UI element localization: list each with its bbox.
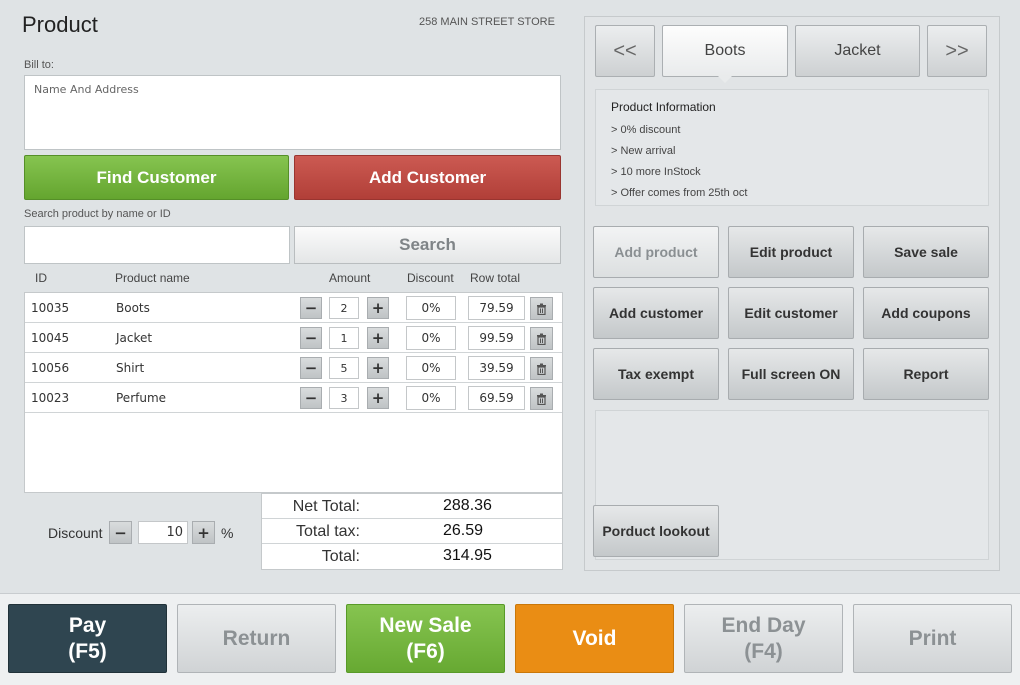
decrease-amount-button[interactable]: −	[300, 387, 322, 409]
row-total-field: 39.59	[468, 356, 525, 380]
row-name: Jacket	[116, 331, 153, 345]
report-button[interactable]: Report	[863, 348, 989, 400]
row-total-field: 69.59	[468, 386, 525, 410]
pay-label: Pay	[68, 614, 107, 638]
row-id: 10023	[31, 391, 70, 405]
net-total-value: 288.36	[443, 497, 492, 514]
tab-jacket[interactable]: Jacket	[795, 25, 920, 77]
total-tax-label: Total tax:	[295, 523, 360, 540]
product-info-title: Product Information	[611, 100, 716, 114]
discount-decrease-button[interactable]: −	[109, 521, 132, 544]
end-day-label: End Day	[721, 614, 806, 638]
new-sale-button[interactable]: New Sale (F6)	[346, 604, 505, 673]
edit-product-button[interactable]: Edit product	[728, 226, 854, 278]
row-total-field: 99.59	[468, 326, 525, 350]
add-coupons-button[interactable]: Add coupons	[863, 287, 989, 339]
product-lookup-button[interactable]: Porduct lookout	[593, 505, 719, 557]
find-customer-button[interactable]: Find Customer	[24, 155, 289, 200]
trash-icon[interactable]	[530, 387, 553, 410]
bill-to-label: Bill to:	[24, 59, 54, 71]
search-input[interactable]	[24, 226, 290, 264]
discount-field[interactable]: 0%	[406, 356, 456, 380]
pay-button[interactable]: Pay (F5)	[8, 604, 167, 673]
bill-to-textarea[interactable]: Name And Address	[24, 75, 561, 150]
table-row: 10023 Perfume − 3 + 0% 69.59	[25, 383, 562, 413]
row-id: 10045	[31, 331, 70, 345]
tax-exempt-button[interactable]: Tax exempt	[593, 348, 719, 400]
end-day-button[interactable]: End Day (F4)	[684, 604, 843, 673]
discount-input[interactable]: 10	[138, 521, 188, 544]
product-info-line: > Offer comes from 25th oct	[611, 187, 748, 199]
return-button[interactable]: Return	[177, 604, 336, 673]
product-info-line: > New arrival	[611, 145, 676, 157]
product-info-line: > 10 more InStock	[611, 166, 701, 178]
end-day-shortcut: (F4)	[744, 639, 783, 663]
table-row: 10056 Shirt − 5 + 0% 39.59	[25, 353, 562, 383]
discount-field[interactable]: 0%	[406, 326, 456, 350]
prev-product-button[interactable]: <<	[595, 25, 655, 77]
row-total-field: 79.59	[468, 296, 525, 320]
decrease-amount-button[interactable]: −	[300, 357, 322, 379]
increase-amount-button[interactable]: +	[367, 297, 389, 319]
new-sale-label: New Sale	[379, 614, 472, 638]
save-sale-button[interactable]: Save sale	[863, 226, 989, 278]
tab-boots[interactable]: Boots	[662, 25, 788, 77]
void-button[interactable]: Void	[515, 604, 674, 673]
pay-shortcut: (F5)	[68, 639, 107, 663]
total-tax-value: 26.59	[443, 522, 484, 539]
product-info-box: Product Information > 0% discount > New …	[595, 89, 989, 206]
page-title: Product	[22, 12, 98, 37]
total-value: 314.95	[443, 547, 492, 564]
product-table: 10035 Boots − 2 + 0% 79.59 10045 Jacket …	[24, 292, 563, 493]
trash-icon[interactable]	[530, 297, 553, 320]
totals-box: Net Total: 288.36 Total tax: 26.59 Total…	[261, 493, 563, 570]
row-id: 10035	[31, 301, 70, 315]
full-screen-button[interactable]: Full screen ON	[728, 348, 854, 400]
col-header-discount: Discount	[407, 271, 454, 285]
trash-icon[interactable]	[530, 357, 553, 380]
next-product-button[interactable]: >>	[927, 25, 987, 77]
discount-field[interactable]: 0%	[406, 386, 456, 410]
decrease-amount-button[interactable]: −	[300, 327, 322, 349]
discount-field[interactable]: 0%	[406, 296, 456, 320]
amount-field[interactable]: 1	[329, 327, 359, 349]
discount-label: Discount	[48, 525, 103, 541]
row-name: Shirt	[116, 361, 145, 375]
discount-unit: %	[221, 525, 234, 541]
store-name: 258 MAIN STREET STORE	[419, 16, 555, 28]
add-customer-button[interactable]: Add Customer	[294, 155, 561, 200]
discount-increase-button[interactable]: +	[192, 521, 215, 544]
amount-field[interactable]: 5	[329, 357, 359, 379]
table-row: 10045 Jacket − 1 + 0% 99.59	[25, 323, 562, 353]
amount-field[interactable]: 3	[329, 387, 359, 409]
col-header-id: ID	[35, 271, 47, 285]
add-product-button[interactable]: Add product	[593, 226, 719, 278]
edit-customer-button[interactable]: Edit customer	[728, 287, 854, 339]
tab-pointer	[718, 76, 732, 83]
trash-icon[interactable]	[530, 327, 553, 350]
search-label: Search product by name or ID	[24, 208, 171, 220]
col-header-row-total: Row total	[470, 271, 521, 285]
row-id: 10056	[31, 361, 70, 375]
col-header-name: Product name	[115, 271, 190, 285]
col-header-amount: Amount	[329, 271, 371, 285]
net-total-label: Net Total:	[292, 498, 360, 515]
product-info-line: > 0% discount	[611, 124, 681, 136]
table-row: 10035 Boots − 2 + 0% 79.59	[25, 293, 562, 323]
add-customer-action-button[interactable]: Add customer	[593, 287, 719, 339]
row-name: Perfume	[116, 391, 167, 405]
increase-amount-button[interactable]: +	[367, 387, 389, 409]
new-sale-shortcut: (F6)	[406, 639, 445, 663]
print-button[interactable]: Print	[853, 604, 1012, 673]
increase-amount-button[interactable]: +	[367, 327, 389, 349]
total-label: Total:	[321, 548, 360, 565]
amount-field[interactable]: 2	[329, 297, 359, 319]
decrease-amount-button[interactable]: −	[300, 297, 322, 319]
row-name: Boots	[116, 301, 150, 315]
increase-amount-button[interactable]: +	[367, 357, 389, 379]
search-button[interactable]: Search	[294, 226, 561, 264]
